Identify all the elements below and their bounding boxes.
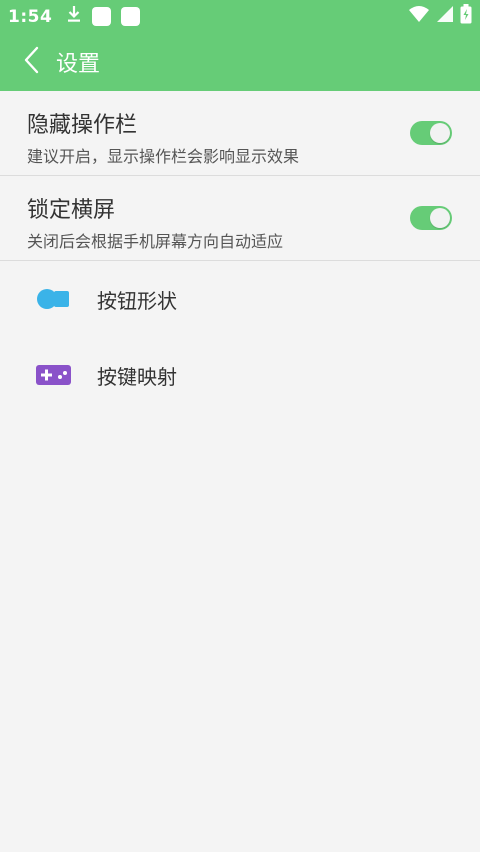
setting-lock-landscape[interactable]: 锁定横屏 关闭后会根据手机屏幕方向自动适应 <box>0 176 480 261</box>
status-time: 1:54 <box>8 6 53 27</box>
setting-title: 隐藏操作栏 <box>27 113 138 138</box>
menu-list: 按钮形状 按键映射 <box>0 261 480 413</box>
hide-action-bar-toggle[interactable] <box>410 121 452 145</box>
gamepad-icon <box>36 360 72 390</box>
chevron-left-icon <box>23 46 39 78</box>
download-icon <box>66 5 82 28</box>
back-button[interactable] <box>6 33 56 91</box>
button-shape-icon <box>36 284 72 314</box>
signal-icon <box>436 5 454 28</box>
page-title: 设置 <box>56 52 101 77</box>
lock-landscape-toggle[interactable] <box>410 206 452 230</box>
notification-icons <box>66 5 141 28</box>
settings-list: 隐藏操作栏 建议开启，显示操作栏会影响显示效果 锁定横屏 关闭后会根据手机屏幕方… <box>0 91 480 261</box>
menu-item-button-shape[interactable]: 按钮形状 <box>0 261 480 337</box>
system-icons <box>408 0 472 33</box>
setting-description: 关闭后会根据手机屏幕方向自动适应 <box>27 232 284 251</box>
menu-item-key-mapping[interactable]: 按键映射 <box>0 337 480 413</box>
app-bar: 设置 <box>0 33 480 91</box>
app-header: 1:54 设置 <box>0 0 480 91</box>
toggle-thumb <box>430 208 450 228</box>
battery-icon <box>460 4 472 29</box>
wifi-icon <box>408 5 430 28</box>
menu-item-label: 按键映射 <box>97 364 177 389</box>
menu-item-label: 按钮形状 <box>97 288 177 313</box>
setting-description: 建议开启，显示操作栏会影响显示效果 <box>27 147 300 166</box>
toggle-thumb <box>430 123 450 143</box>
notification-icon <box>121 7 141 26</box>
setting-hide-action-bar[interactable]: 隐藏操作栏 建议开启，显示操作栏会影响显示效果 <box>0 91 480 176</box>
notification-icon <box>92 7 112 26</box>
status-bar: 1:54 <box>0 0 480 33</box>
setting-title: 锁定横屏 <box>27 198 116 223</box>
